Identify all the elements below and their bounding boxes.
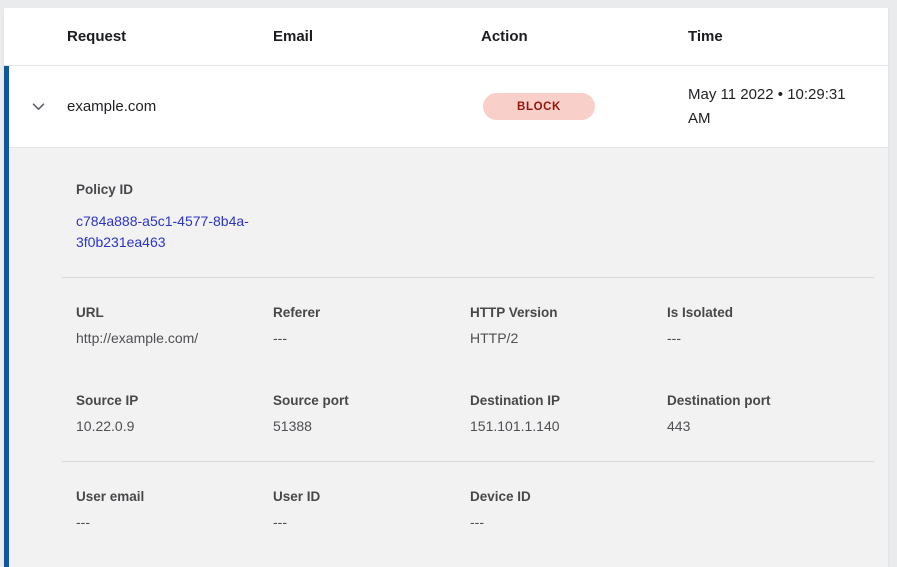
field-label: Destination port [667, 393, 864, 408]
detail-field-empty [667, 489, 864, 530]
detail-field-source-port: Source port 51388 [273, 393, 470, 434]
field-label: User ID [273, 489, 470, 504]
field-value: http://example.com/ [76, 330, 273, 346]
field-value: --- [76, 514, 273, 530]
column-header-email: Email [273, 28, 481, 45]
policy-id-section: Policy ID c784a888-a5c1-4577-8b4a-3f0b23… [9, 182, 888, 277]
field-value: --- [470, 514, 667, 530]
detail-row-network: Source IP 10.22.0.9 Source port 51388 De… [9, 373, 888, 461]
detail-field-is-isolated: Is Isolated --- [667, 305, 864, 346]
field-value: HTTP/2 [470, 330, 667, 346]
field-label: HTTP Version [470, 305, 667, 320]
expanded-row-container: example.com BLOCK May 11 2022 • 10:29:31… [4, 66, 888, 567]
status-badge-block: BLOCK [483, 93, 595, 120]
field-label: Source IP [76, 393, 273, 408]
field-label: Destination IP [470, 393, 667, 408]
field-value: 443 [667, 418, 864, 434]
detail-field-source-ip: Source IP 10.22.0.9 [76, 393, 273, 434]
detail-field-user-email: User email --- [76, 489, 273, 530]
policy-id-link[interactable]: c784a888-a5c1-4577-8b4a-3f0b231ea463 [76, 211, 272, 253]
detail-row-user: User email --- User ID --- Device ID --- [9, 462, 888, 557]
detail-field-user-id: User ID --- [273, 489, 470, 530]
field-label: User email [76, 489, 273, 504]
field-label: Source port [273, 393, 470, 408]
field-label: Is Isolated [667, 305, 864, 320]
chevron-down-icon [30, 98, 47, 115]
detail-field-destination-ip: Destination IP 151.101.1.140 [470, 393, 667, 434]
detail-field-destination-port: Destination port 443 [667, 393, 864, 434]
field-value: --- [273, 514, 470, 530]
field-value: 10.22.0.9 [76, 418, 273, 434]
field-value: 51388 [273, 418, 470, 434]
row-expand-toggle[interactable] [9, 98, 67, 115]
log-table-card: Request Email Action Time example.com BL… [4, 8, 888, 567]
table-header: Request Email Action Time [4, 8, 888, 66]
detail-row-http: URL http://example.com/ Referer --- HTTP… [9, 278, 888, 373]
table-row[interactable]: example.com BLOCK May 11 2022 • 10:29:31… [9, 66, 888, 148]
detail-field-device-id: Device ID --- [470, 489, 667, 530]
column-header-action: Action [481, 28, 688, 45]
row-detail-panel: Policy ID c784a888-a5c1-4577-8b4a-3f0b23… [9, 148, 888, 567]
column-header-request: Request [67, 28, 273, 45]
row-time-value: May 11 2022 • 10:29:31 AM [688, 83, 868, 131]
detail-field-referer: Referer --- [273, 305, 470, 346]
field-value: --- [667, 330, 864, 346]
field-value: 151.101.1.140 [470, 418, 667, 434]
row-request-value: example.com [67, 98, 273, 115]
row-action-cell: BLOCK [481, 93, 688, 120]
field-label: Referer [273, 305, 470, 320]
policy-id-label: Policy ID [76, 182, 872, 197]
field-label: Device ID [470, 489, 667, 504]
detail-field-http-version: HTTP Version HTTP/2 [470, 305, 667, 346]
field-value: --- [273, 330, 470, 346]
column-header-time: Time [688, 28, 888, 45]
detail-field-url: URL http://example.com/ [76, 305, 273, 346]
field-label: URL [76, 305, 273, 320]
